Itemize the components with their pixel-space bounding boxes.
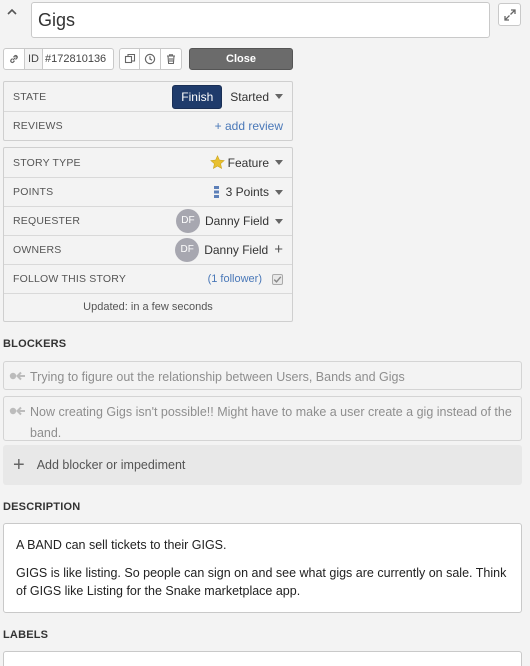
owners-row: OWNERS DF Danny Field + xyxy=(4,235,292,264)
story-type-caret-icon xyxy=(275,160,283,165)
story-type-dropdown[interactable]: Feature xyxy=(209,155,283,170)
finish-button[interactable]: Finish xyxy=(172,84,223,109)
add-review-link[interactable]: + add review xyxy=(215,119,283,133)
story-id-field[interactable] xyxy=(43,48,114,70)
blocker-text: Trying to figure out the relationship be… xyxy=(30,370,405,384)
points-dropdown[interactable]: 3 Points xyxy=(213,185,283,199)
close-button[interactable]: Close xyxy=(189,48,293,70)
description-field[interactable]: A BAND can sell tickets to their GIGS. G… xyxy=(3,523,522,613)
owner-name[interactable]: Danny Field xyxy=(204,243,268,257)
updated-timestamp: Updated: in a few seconds xyxy=(4,293,292,321)
points-caret-icon xyxy=(275,189,283,195)
blocker-item[interactable]: Trying to figure out the relationship be… xyxy=(3,361,522,390)
blocker-arrow-icon xyxy=(9,371,25,381)
plus-icon: + xyxy=(13,454,25,476)
requester-avatar: DF xyxy=(175,209,200,233)
feature-star-icon xyxy=(209,155,225,169)
story-type-label: STORY TYPE xyxy=(13,156,81,169)
state-label: STATE xyxy=(13,90,47,103)
points-row: POINTS 3 Points xyxy=(4,177,292,206)
requester-caret-icon xyxy=(275,218,283,224)
state-caret-icon xyxy=(275,94,283,99)
points-label: POINTS xyxy=(13,186,54,198)
story-type-row: STORY TYPE Feature xyxy=(4,148,292,177)
add-owner-plus-icon[interactable]: + xyxy=(274,242,283,257)
follow-row: FOLLOW THIS STORY (1 follower) xyxy=(4,264,292,293)
reviews-label: REVIEWS xyxy=(13,120,63,132)
requester-name: Danny Field xyxy=(204,214,269,228)
description-paragraph: GIGS is like listing. So people can sign… xyxy=(16,566,507,598)
story-info-panel: STORY TYPE Feature POINTS 3 Points REQUE… xyxy=(3,147,293,322)
blocker-arrow-icon xyxy=(9,406,25,416)
story-type-value: Feature xyxy=(227,155,269,170)
description-paragraph: A BAND can sell tickets to their GIGS. xyxy=(16,538,227,552)
history-clock-icon[interactable] xyxy=(140,48,161,70)
blockers-heading: BLOCKERS xyxy=(3,338,67,350)
state-row: STATE Finish Started xyxy=(4,82,292,111)
story-toolbar: ID xyxy=(3,48,182,70)
collapse-chevron-icon[interactable] xyxy=(5,6,19,20)
state-value: Started xyxy=(230,89,269,104)
blocker-item[interactable]: Now creating Gigs isn't possible!! Might… xyxy=(3,396,522,441)
copy-link-icon[interactable] xyxy=(3,48,25,70)
labels-input[interactable] xyxy=(3,651,522,666)
follow-checkbox[interactable] xyxy=(272,273,283,285)
follow-label: FOLLOW THIS STORY xyxy=(13,273,127,285)
id-label: ID xyxy=(25,48,43,70)
followers-link[interactable]: (1 follower) xyxy=(208,273,262,285)
state-dropdown[interactable]: Started xyxy=(230,90,283,104)
add-blocker-button[interactable]: + Add blocker or impediment xyxy=(3,445,522,485)
expand-icon[interactable] xyxy=(498,3,521,26)
delete-trash-icon[interactable] xyxy=(161,48,182,70)
story-actions-group xyxy=(119,48,182,70)
owner-avatar[interactable]: DF xyxy=(175,238,200,262)
checkmark-icon xyxy=(273,275,282,283)
copy-icon[interactable] xyxy=(119,48,140,70)
points-value: 3 Points xyxy=(225,185,269,199)
add-blocker-label: Add blocker or impediment xyxy=(36,458,186,472)
requester-dropdown[interactable]: DF Danny Field xyxy=(175,209,283,233)
state-panel: STATE Finish Started REVIEWS + add revie… xyxy=(3,81,293,141)
story-title-input[interactable] xyxy=(31,2,490,38)
owners-label: OWNERS xyxy=(13,244,62,256)
points-bars-icon xyxy=(213,186,219,198)
blocker-text: Now creating Gigs isn't possible!! Might… xyxy=(30,405,512,440)
description-heading: DESCRIPTION xyxy=(3,501,81,513)
requester-row: REQUESTER DF Danny Field xyxy=(4,206,292,235)
reviews-row: REVIEWS + add review xyxy=(4,111,292,140)
labels-heading: LABELS xyxy=(3,629,49,641)
requester-label: REQUESTER xyxy=(13,215,81,227)
